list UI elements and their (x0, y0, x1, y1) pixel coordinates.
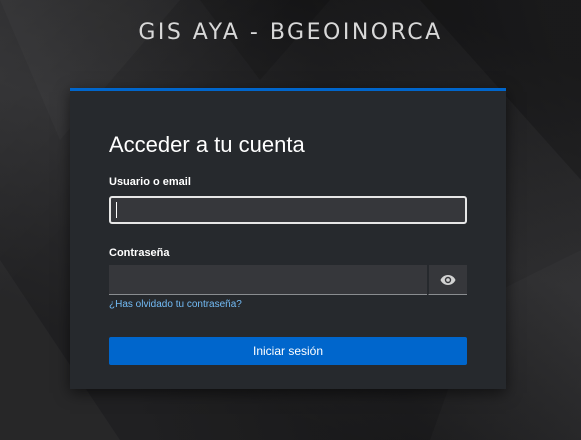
login-submit-button[interactable]: Iniciar sesión (109, 337, 467, 365)
login-heading: Acceder a tu cuenta (109, 132, 305, 157)
forgot-password-link[interactable]: ¿Has olvidado tu contraseña? (109, 299, 242, 310)
password-label: Contraseña (109, 247, 170, 259)
login-card: Acceder a tu cuenta Usuario o email Cont… (70, 88, 506, 389)
brand-title: GIS AYA - BGEOINORCA (138, 20, 443, 45)
username-input[interactable] (109, 196, 467, 224)
show-password-button[interactable] (428, 265, 467, 295)
username-label: Usuario o email (109, 176, 191, 188)
eye-icon (440, 274, 456, 285)
text-caret (116, 202, 117, 218)
password-input[interactable] (109, 265, 427, 295)
